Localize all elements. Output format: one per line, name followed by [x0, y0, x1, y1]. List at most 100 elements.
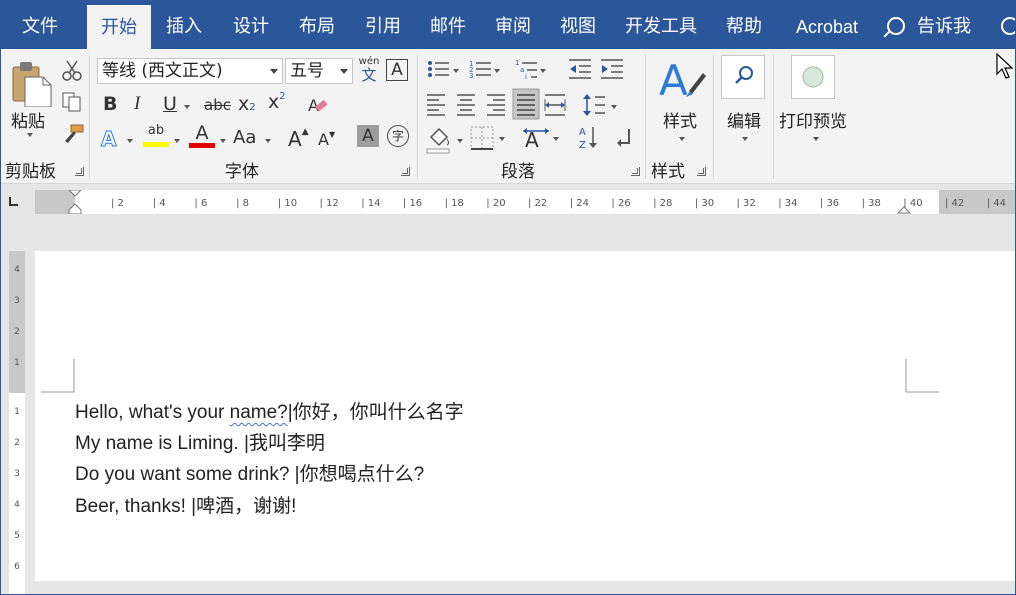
clipboard-launcher-icon[interactable]: [75, 167, 84, 176]
character-shading-button[interactable]: A: [357, 125, 379, 147]
tab-help[interactable]: 帮助: [713, 1, 775, 49]
group-divider: [713, 55, 714, 179]
bold-button[interactable]: B: [103, 93, 117, 115]
tab-home[interactable]: 开始: [87, 5, 151, 49]
numbering-icon[interactable]: 123: [469, 60, 500, 80]
distributed-icon[interactable]: [544, 94, 566, 116]
document-page[interactable]: Hello, what's your name?|你好，你叫什么名字 My na…: [35, 251, 1015, 581]
editing-button-label[interactable]: 编辑: [727, 107, 761, 132]
clear-formatting-icon[interactable]: A: [307, 94, 329, 116]
font-size-combo[interactable]: 五号: [285, 58, 353, 84]
styles-dropdown-icon[interactable]: [679, 137, 685, 141]
tab-references[interactable]: 引用: [351, 1, 415, 49]
line-text: |你好，你叫什么名字: [287, 402, 464, 423]
tab-design[interactable]: 设计: [219, 1, 283, 49]
phonetic-guide-icon[interactable]: wén 文: [357, 56, 381, 86]
line-spacing-icon[interactable]: [583, 94, 617, 116]
text-effects-dropdown-icon[interactable]: [127, 139, 133, 143]
font-name-combo[interactable]: 等线 (西文正文): [97, 58, 283, 84]
document-line[interactable]: Hello, what's your name?|你好，你叫什么名字: [75, 397, 464, 424]
shrink-font-glyph: A: [318, 130, 329, 149]
ruler-tick-label: | 26: [611, 198, 631, 209]
multilevel-list-icon[interactable]: 1ai: [515, 59, 546, 81]
vertical-ruler-tick-label: 1: [14, 407, 20, 417]
svg-text:Z: Z: [579, 140, 586, 151]
decrease-indent-icon[interactable]: [569, 59, 591, 79]
tab-insert[interactable]: 插入: [153, 1, 215, 49]
document-line[interactable]: Do you want some drink? |你想喝点什么?: [75, 459, 424, 486]
tab-acrobat[interactable]: Acrobat: [781, 1, 873, 49]
spelling-flagged-word[interactable]: name?: [230, 402, 288, 423]
copy-icon[interactable]: [61, 91, 83, 113]
editing-dropdown-icon[interactable]: [742, 137, 748, 141]
subscript-glyph: x: [238, 93, 250, 115]
underline-dropdown-icon[interactable]: [184, 105, 190, 109]
tab-layout[interactable]: 布局: [285, 1, 349, 49]
strikethrough-button[interactable]: abc: [204, 96, 231, 114]
change-case-button[interactable]: Aa: [233, 127, 256, 148]
vertical-ruler[interactable]: 4 3 2 1 1 2 3 4 5 6: [9, 251, 25, 594]
grow-font-button[interactable]: A▲: [288, 127, 309, 151]
print-preview-button[interactable]: [791, 55, 835, 99]
show-marks-icon[interactable]: [617, 129, 630, 147]
font-group-label: 字体: [225, 162, 259, 182]
right-indent-marker-icon[interactable]: [897, 202, 911, 214]
paste-icon[interactable]: [9, 57, 55, 107]
tab-mailings[interactable]: 邮件: [415, 1, 481, 49]
font-color-button[interactable]: A: [189, 123, 215, 149]
search-icon: [887, 17, 905, 35]
bullets-icon[interactable]: [428, 61, 459, 77]
styles-launcher-icon[interactable]: [697, 167, 706, 176]
group-divider: [773, 55, 774, 179]
find-button[interactable]: [721, 55, 765, 99]
superscript-button[interactable]: x2: [268, 91, 286, 113]
font-launcher-icon[interactable]: [401, 167, 410, 176]
document-line[interactable]: My name is Liming. |我叫李明: [75, 428, 325, 455]
increase-indent-icon[interactable]: [601, 59, 623, 79]
text-effects-button[interactable]: A: [100, 127, 117, 152]
sort-icon[interactable]: A Z: [579, 127, 597, 151]
tab-selector-icon[interactable]: [7, 194, 21, 208]
justify-icon[interactable]: [512, 88, 540, 120]
character-border-icon[interactable]: A: [386, 59, 408, 81]
highlight-dropdown-icon[interactable]: [174, 139, 180, 143]
paste-label[interactable]: 粘贴: [11, 107, 45, 132]
align-center-icon[interactable]: [457, 94, 475, 116]
change-case-dropdown-icon[interactable]: [265, 139, 271, 143]
shrink-font-button[interactable]: A▼: [318, 130, 335, 149]
word-window: 文件 开始 插入 设计 布局 引用 邮件 审阅 视图 开发工具 帮助 Acrob…: [0, 0, 1016, 595]
align-left-icon[interactable]: [427, 94, 445, 116]
print-preview-label[interactable]: 打印预览: [779, 107, 847, 132]
highlight-button[interactable]: ab: [143, 123, 169, 149]
ruler-tick-label: | 4: [152, 198, 166, 209]
borders-icon[interactable]: [470, 126, 505, 150]
font-color-dropdown-icon[interactable]: [220, 139, 226, 143]
tab-file[interactable]: 文件: [7, 1, 73, 49]
paragraph-launcher-icon[interactable]: [631, 167, 640, 176]
user-icon[interactable]: [1001, 17, 1015, 35]
chinese-layout-icon[interactable]: A: [523, 128, 559, 152]
cut-icon[interactable]: [61, 59, 83, 81]
indent-markers-icon[interactable]: [67, 190, 83, 214]
ruler-tick-label: | 24: [569, 198, 589, 209]
tab-review[interactable]: 审阅: [481, 1, 545, 49]
styles-button-label[interactable]: 样式: [663, 107, 697, 132]
enclose-characters-button[interactable]: 字: [387, 125, 409, 147]
horizontal-ruler[interactable]: | 2 | 4 | 6 | 8 | 10 | 12 | 14 | 16 | 18 | 20 | 22…: [35, 190, 1015, 214]
ruler-tick-label: | 42: [945, 198, 965, 209]
format-painter-icon[interactable]: [61, 123, 85, 145]
ruler-tick-label: | 18: [444, 198, 464, 209]
print-preview-dropdown-icon[interactable]: [813, 137, 819, 141]
shading-icon[interactable]: [426, 127, 463, 154]
document-line[interactable]: Beer, thanks! |啤酒，谢谢!: [75, 491, 296, 518]
tab-view[interactable]: 视图: [547, 1, 609, 49]
styles-icon[interactable]: A: [659, 55, 707, 105]
italic-button[interactable]: I: [134, 93, 140, 115]
tab-developer[interactable]: 开发工具: [613, 1, 709, 49]
subscript-button[interactable]: x2: [238, 93, 256, 115]
align-right-icon[interactable]: [487, 94, 505, 116]
grow-font-glyph: A: [288, 127, 302, 151]
paste-dropdown-icon[interactable]: [27, 133, 33, 137]
underline-button[interactable]: U: [163, 93, 177, 115]
highlight-glyph: ab: [147, 123, 165, 138]
